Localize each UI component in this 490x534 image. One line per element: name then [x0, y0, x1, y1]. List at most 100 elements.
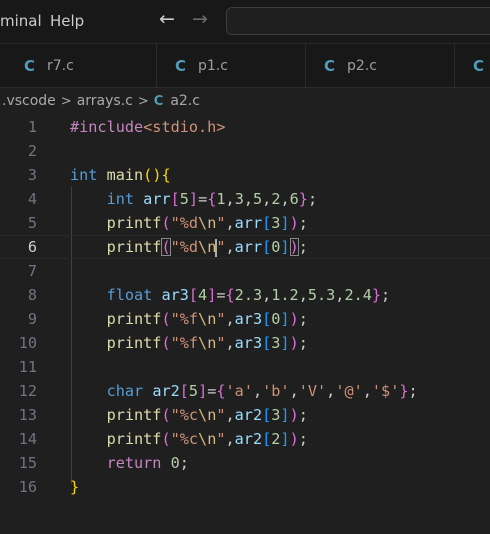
code-token: float [106, 286, 153, 304]
code-token: printf [106, 310, 162, 328]
code-token: #include [70, 118, 144, 136]
code-line[interactable]: 1 #include<stdio.h> [0, 115, 490, 139]
back-arrow-icon[interactable]: ← [159, 9, 175, 29]
title-bar: minal Help ← → [0, 0, 490, 44]
code-text: return 0; [70, 451, 189, 475]
code-line[interactable]: 8 float ar3[4]={2.3,1.2,5.3,2.4}; [0, 283, 490, 307]
code-token: ( [161, 406, 171, 424]
code-token: { [216, 382, 226, 400]
line-number: 11 [18, 358, 37, 376]
code-token: [ [179, 382, 189, 400]
code-token: "%d [170, 238, 199, 256]
breadcrumb-file[interactable]: arrays.c [77, 93, 133, 109]
code-line[interactable]: 5 printf("%d\n",arr[3]); [0, 211, 490, 235]
breadcrumb: .vscode > arrays.c > C a2.c [0, 88, 490, 114]
code-line[interactable]: 15 return 0; [0, 451, 490, 475]
code-text: char ar2[5]={'a','b','V','@','$'}; [70, 379, 418, 403]
tab-p1[interactable]: C p1.c [157, 44, 306, 87]
menu-help[interactable]: Help [50, 12, 84, 30]
code-token: " [216, 310, 226, 328]
line-number: 12 [18, 382, 37, 400]
code-token: [ [262, 214, 272, 232]
code-line[interactable]: 16} [0, 475, 490, 499]
code-token: , [225, 238, 235, 256]
code-token: [ [188, 286, 199, 304]
code-token: 'a' [225, 382, 253, 400]
code-token: , [289, 382, 299, 400]
code-line[interactable]: 7 [0, 259, 490, 283]
tab-partial[interactable]: C [455, 44, 490, 87]
code-token: ) [289, 214, 299, 232]
code-line[interactable]: 3 int main(){ [0, 163, 490, 187]
tab-r7[interactable]: C r7.c [0, 44, 157, 87]
code-token: ] [280, 334, 290, 352]
code-token: ; [298, 310, 308, 328]
code-token: ] [280, 406, 290, 424]
code-text: float ar3[4]={2.3,1.2,5.3,2.4}; [70, 283, 391, 307]
code-token: 2.4 [344, 286, 372, 304]
code-line[interactable]: 13 printf("%c\n",ar2[3]); [0, 403, 490, 427]
code-line[interactable]: 14 printf("%c\n",ar2[2]); [0, 427, 490, 451]
code-token: , [262, 190, 272, 208]
code-token: int [106, 190, 135, 208]
code-token: , [326, 382, 336, 400]
code-token: '@' [335, 382, 363, 400]
breadcrumb-current[interactable]: a2.c [170, 93, 200, 109]
code-line[interactable]: 4 int arr[5]={1,3,5,2,6}; [0, 187, 490, 211]
tab-p2[interactable]: C p2.c [306, 44, 455, 87]
code-text: } [70, 475, 79, 499]
code-editor[interactable]: 1 #include<stdio.h> 2 3 int main(){4 int arr… [0, 114, 490, 534]
code-token: printf [106, 334, 162, 352]
code-token: \n [198, 310, 217, 328]
code-line[interactable]: 2 [0, 139, 490, 163]
code-line[interactable]: 11 [0, 355, 490, 379]
code-token: "%f [170, 334, 199, 352]
code-token: \n [198, 238, 217, 256]
code-token: ( [161, 214, 171, 232]
code-token: ; [298, 430, 308, 448]
code-token: ar3 [161, 286, 189, 304]
command-center-search[interactable] [226, 7, 490, 35]
code-token: ( [161, 310, 171, 328]
code-token: ] [207, 286, 217, 304]
code-token: ] [280, 310, 290, 328]
code-token: ; [179, 454, 189, 472]
code-token: [ [262, 406, 272, 424]
code-line[interactable]: 9 printf("%f\n",ar3[0]); [0, 307, 490, 331]
menu-terminal[interactable]: minal [0, 12, 42, 30]
code-token: { [161, 166, 171, 184]
code-token: 6 [289, 190, 299, 208]
code-token: printf [106, 430, 162, 448]
code-token: ; [298, 334, 308, 352]
code-line[interactable]: 12 char ar2[5]={'a','b','V','@','$'}; [0, 379, 490, 403]
code-token: printf [106, 214, 162, 232]
code-line[interactable]: 10 printf("%f\n",ar3[3]); [0, 331, 490, 355]
code-token: [ [262, 334, 272, 352]
code-token: , [243, 190, 254, 208]
code-token: ) [289, 430, 299, 448]
forward-arrow-icon[interactable]: → [192, 9, 208, 29]
code-token: , [225, 310, 235, 328]
code-token: } [371, 286, 382, 304]
code-token: ; [298, 238, 308, 256]
code-text: printf("%c\n",ar2[3]); [70, 403, 308, 427]
line-number: 5 [27, 214, 37, 232]
code-token: 5.3 [307, 286, 336, 304]
code-text: int main(){ [70, 163, 171, 187]
code-text: int arr[5]={1,3,5,2,6}; [70, 187, 318, 211]
code-token: } [399, 382, 409, 400]
breadcrumb-folder[interactable]: .vscode [2, 93, 56, 109]
line-number: 8 [27, 286, 37, 304]
matched-bracket: ) [289, 238, 299, 256]
code-line[interactable]: 6 printf("%d\n",arr[0]); [0, 235, 490, 259]
line-number: 1 [27, 118, 37, 136]
